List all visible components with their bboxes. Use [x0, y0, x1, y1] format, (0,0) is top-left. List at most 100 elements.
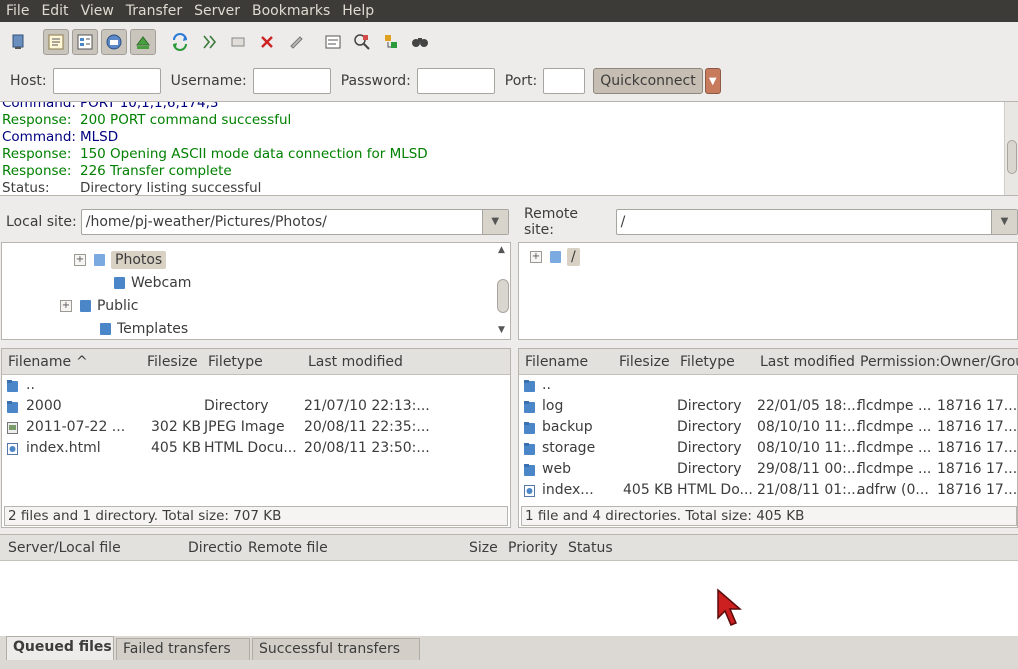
compare-button[interactable] [349, 29, 375, 55]
file-type: Directory [677, 398, 742, 414]
local-file-row[interactable]: 2000 Directory 21/07/10 22:13:... [2, 396, 510, 417]
queue-col-server-local-file[interactable]: Server/Local file [8, 540, 121, 556]
remote-col-owner[interactable]: Owner/Grou [940, 354, 1018, 370]
log-line-text: Directory listing successful [80, 180, 262, 196]
process-queue-button[interactable] [196, 29, 222, 55]
local-tree-scrollbar[interactable]: ▲ ▼ [496, 243, 510, 339]
port-input[interactable] [543, 68, 586, 94]
file-owner: 18716 17... [937, 398, 1018, 414]
local-tree[interactable]: + Photos Webcam + Public Templates ▲ ▼ [1, 242, 511, 340]
local-col-filetype[interactable]: Filetype [208, 354, 263, 370]
filter-button[interactable] [320, 29, 346, 55]
password-input[interactable] [416, 68, 495, 94]
site-manager-button[interactable] [6, 29, 32, 55]
local-tree-scrollbar-thumb[interactable] [497, 279, 509, 313]
menu-item-bookmarks[interactable]: Bookmarks [246, 0, 336, 22]
toggle-local-tree-icon [77, 34, 93, 50]
folder-icon [100, 322, 111, 335]
cancel-button[interactable] [225, 29, 251, 55]
menu-item-help[interactable]: Help [336, 0, 380, 22]
local-path-value: /home/pj-weather/Pictures/Photos/ [85, 214, 327, 230]
file-name: index.html [26, 440, 101, 456]
remote-col-filetype[interactable]: Filetype [680, 354, 735, 370]
local-col-filename[interactable]: Filename [8, 354, 71, 370]
transfer-queue[interactable]: Server/Local file Directio Remote file S… [0, 534, 1018, 636]
search-button[interactable] [407, 29, 433, 55]
local-tree-item[interactable]: + Public [60, 295, 138, 316]
remote-path-combo[interactable]: / ▼ [615, 209, 1018, 235]
local-tree-item[interactable]: Webcam [94, 272, 191, 293]
chevron-down-icon[interactable]: ▼ [991, 210, 1017, 234]
host-input[interactable] [52, 68, 161, 94]
search-icon [412, 38, 428, 47]
log-scrollbar-thumb[interactable] [1007, 140, 1017, 174]
sync-browse-button[interactable] [378, 29, 404, 55]
remote-col-last-modified[interactable]: Last modified [760, 354, 855, 370]
scroll-up-icon[interactable]: ▲ [498, 245, 505, 255]
reconnect-button[interactable] [283, 29, 309, 55]
disconnect-button[interactable] [254, 29, 280, 55]
site-manager-icon [12, 34, 24, 49]
remote-file-row[interactable]: log Directory 22/01/05 18:... flcdmpe ... 18… [519, 396, 1017, 417]
file-modified: 22/01/05 18:... [757, 398, 861, 414]
quickconnect-bar: Host: Username: Password: Port: Quickcon… [0, 62, 1018, 100]
local-file-list-header: Filename ^ Filesize Filetype Last modifi… [2, 349, 510, 375]
expand-icon[interactable]: + [74, 253, 86, 266]
expand-icon[interactable]: + [530, 250, 542, 263]
tab-successful-transfers[interactable]: Successful transfers [252, 638, 420, 660]
local-col-filesize[interactable]: Filesize [147, 354, 198, 370]
remote-tree-item[interactable]: + / [530, 246, 580, 267]
expand-icon[interactable]: + [60, 299, 72, 312]
remote-file-row[interactable]: .. [519, 375, 1017, 396]
queue-col-size[interactable]: Size [469, 540, 498, 556]
tab-queued-files[interactable]: Queued files [6, 636, 114, 660]
local-file-row[interactable]: index.html 405 KB HTML Docu... 20/08/11 23:… [2, 438, 510, 459]
toggle-queue-button[interactable] [130, 29, 156, 55]
log-scrollbar[interactable] [1004, 102, 1018, 195]
message-log[interactable]: Command: PORT 10,1,1,6,174,3 Response: 200 … [0, 101, 1018, 196]
local-file-list[interactable]: Filename ^ Filesize Filetype Last modifi… [1, 348, 511, 528]
folder-icon [114, 276, 125, 289]
queue-col-direction[interactable]: Directio [188, 540, 242, 556]
queue-col-priority[interactable]: Priority [508, 540, 558, 556]
toggle-remote-tree-button[interactable] [101, 29, 127, 55]
local-file-row[interactable]: 2011-07-22 ... 302 KB JPEG Image 20/08/11 2… [2, 417, 510, 438]
local-tree-item[interactable]: + Photos [74, 249, 167, 270]
quickconnect-button[interactable]: Quickconnect [593, 68, 703, 94]
local-col-last-modified[interactable]: Last modified [308, 354, 403, 370]
tab-failed-transfers[interactable]: Failed transfers [116, 638, 250, 660]
toggle-log-button[interactable] [43, 29, 69, 55]
queue-col-remote-file[interactable]: Remote file [248, 540, 328, 556]
log-line-text: PORT 10,1,1,6,174,3 [80, 101, 219, 111]
menu-item-view[interactable]: View [75, 0, 120, 22]
local-file-row[interactable]: .. [2, 375, 510, 396]
local-tree-item[interactable]: Templates [80, 318, 188, 339]
scroll-down-icon[interactable]: ▼ [498, 325, 505, 335]
log-line: Response: 226 Transfer complete [2, 163, 232, 180]
menu-item-file[interactable]: File [0, 0, 35, 22]
menu-item-transfer[interactable]: Transfer [120, 0, 188, 22]
remote-col-filename[interactable]: Filename [525, 354, 588, 370]
quickconnect-dropdown-button[interactable]: ▼ [704, 68, 721, 94]
toolbar-separator [312, 29, 320, 55]
local-path-combo[interactable]: /home/pj-weather/Pictures/Photos/ ▼ [80, 209, 509, 235]
remote-file-row[interactable]: web Directory 29/08/11 00:... flcdmpe ... 18… [519, 459, 1017, 480]
queue-col-status[interactable]: Status [568, 540, 613, 556]
remote-col-filesize[interactable]: Filesize [619, 354, 670, 370]
chevron-down-icon[interactable]: ▼ [481, 210, 508, 234]
remote-file-list[interactable]: Filename Filesize Filetype Last modified… [518, 348, 1018, 528]
remote-file-row[interactable]: index... 405 KB HTML Do... 21/08/11 01:... a… [519, 480, 1017, 501]
toggle-local-tree-button[interactable] [72, 29, 98, 55]
refresh-button[interactable] [167, 29, 193, 55]
menu-item-edit[interactable]: Edit [35, 0, 74, 22]
remote-tree[interactable]: + / [518, 242, 1018, 340]
remote-col-permissions[interactable]: Permission: [860, 354, 940, 370]
queue-tabs: Queued files Failed transfers Successful… [0, 636, 1018, 669]
remote-file-row[interactable]: backup Directory 08/10/10 11:... flcdmpe ..… [519, 417, 1017, 438]
remote-file-row[interactable]: storage Directory 08/10/10 11:... flcdmpe .… [519, 438, 1017, 459]
file-name: .. [542, 377, 551, 393]
username-input[interactable] [252, 68, 331, 94]
remote-site-bar: Remote site: / ▼ [518, 205, 1018, 239]
file-name: .. [26, 377, 35, 393]
menu-item-server[interactable]: Server [188, 0, 246, 22]
